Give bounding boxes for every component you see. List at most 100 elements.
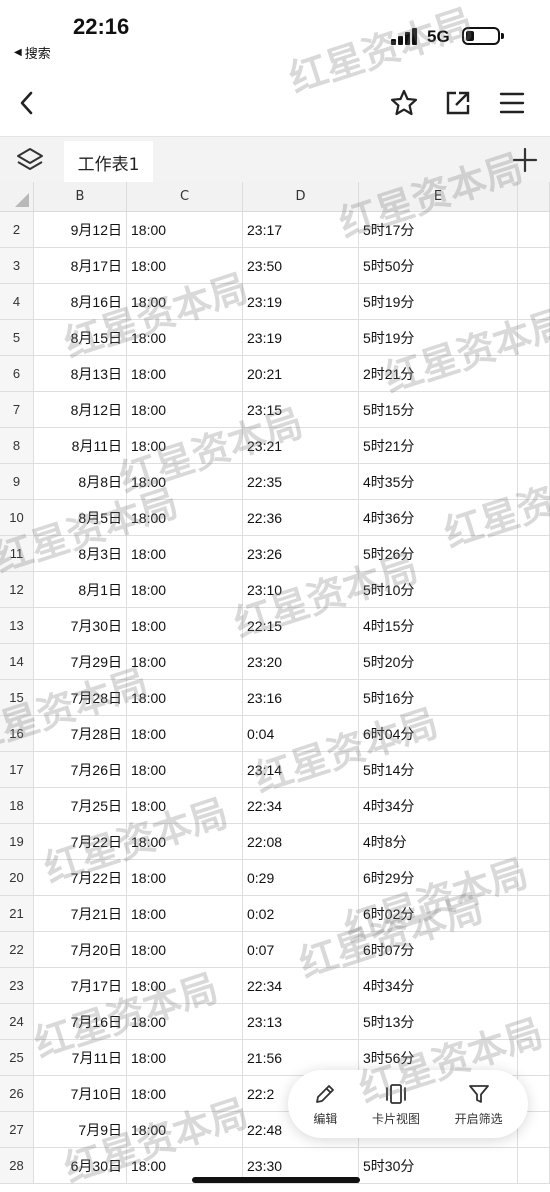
- cell-b-date[interactable]: 8月13日: [34, 356, 127, 391]
- row-number[interactable]: 18: [0, 788, 34, 823]
- cell-c-start-time[interactable]: 18:00: [127, 716, 243, 751]
- cell-b-date[interactable]: 7月29日: [34, 644, 127, 679]
- home-indicator[interactable]: [192, 1177, 360, 1183]
- cell-d-end-time[interactable]: 23:14: [243, 752, 359, 787]
- cell-b-date[interactable]: 9月12日: [34, 212, 127, 247]
- cell-b-date[interactable]: 7月17日: [34, 968, 127, 1003]
- row-number[interactable]: 11: [0, 536, 34, 571]
- row-number[interactable]: 4: [0, 284, 34, 319]
- cell-e-duration[interactable]: 5时21分: [359, 428, 518, 463]
- cell-c-start-time[interactable]: 18:00: [127, 608, 243, 643]
- cell-b-date[interactable]: 8月12日: [34, 392, 127, 427]
- sheet-tab-1[interactable]: 工作表1: [64, 141, 153, 183]
- cell-f[interactable]: [518, 716, 550, 751]
- row-number[interactable]: 15: [0, 680, 34, 715]
- cell-e-duration[interactable]: 6时04分: [359, 716, 518, 751]
- card-view-button[interactable]: 卡片视图: [372, 1082, 420, 1127]
- cell-d-end-time[interactable]: 22:35: [243, 464, 359, 499]
- select-all-corner[interactable]: [0, 182, 34, 211]
- cell-d-end-time[interactable]: 23:19: [243, 320, 359, 355]
- cell-e-duration[interactable]: 5时26分: [359, 536, 518, 571]
- column-header-c[interactable]: C: [127, 182, 243, 211]
- cell-c-start-time[interactable]: 18:00: [127, 788, 243, 823]
- cell-e-duration[interactable]: 5时10分: [359, 572, 518, 607]
- row-number[interactable]: 22: [0, 932, 34, 967]
- spreadsheet-grid[interactable]: B C D E 2 9月12日 18:00 23:17 5时17分 3 8月17日 18:00…: [0, 182, 550, 1184]
- cell-f[interactable]: [518, 788, 550, 823]
- cell-f[interactable]: [518, 428, 550, 463]
- cell-e-duration[interactable]: 4时34分: [359, 788, 518, 823]
- cell-d-end-time[interactable]: 23:17: [243, 212, 359, 247]
- cell-b-date[interactable]: 8月1日: [34, 572, 127, 607]
- cell-c-start-time[interactable]: 18:00: [127, 464, 243, 499]
- cell-d-end-time[interactable]: 22:08: [243, 824, 359, 859]
- cell-e-duration[interactable]: 4时35分: [359, 464, 518, 499]
- cell-c-start-time[interactable]: 18:00: [127, 752, 243, 787]
- cell-f[interactable]: [518, 212, 550, 247]
- cell-c-start-time[interactable]: 18:00: [127, 1004, 243, 1039]
- cell-e-duration[interactable]: 4时8分: [359, 824, 518, 859]
- row-number[interactable]: 7: [0, 392, 34, 427]
- cell-c-start-time[interactable]: 18:00: [127, 1040, 243, 1075]
- row-number[interactable]: 21: [0, 896, 34, 931]
- cell-b-date[interactable]: 7月30日: [34, 608, 127, 643]
- cell-f[interactable]: [518, 1004, 550, 1039]
- column-header-b[interactable]: B: [34, 182, 127, 211]
- row-number[interactable]: 12: [0, 572, 34, 607]
- cell-c-start-time[interactable]: 18:00: [127, 212, 243, 247]
- cell-d-end-time[interactable]: 23:15: [243, 392, 359, 427]
- cell-f[interactable]: [518, 968, 550, 1003]
- cell-e-duration[interactable]: 5时19分: [359, 284, 518, 319]
- cell-f[interactable]: [518, 752, 550, 787]
- row-number[interactable]: 16: [0, 716, 34, 751]
- cell-e-duration[interactable]: 5时15分: [359, 392, 518, 427]
- cell-d-end-time[interactable]: 22:36: [243, 500, 359, 535]
- row-number[interactable]: 6: [0, 356, 34, 391]
- row-number[interactable]: 10: [0, 500, 34, 535]
- cell-e-duration[interactable]: 5时20分: [359, 644, 518, 679]
- cell-c-start-time[interactable]: 18:00: [127, 896, 243, 931]
- hamburger-menu-icon[interactable]: [495, 86, 529, 120]
- cell-b-date[interactable]: 7月25日: [34, 788, 127, 823]
- cell-d-end-time[interactable]: 23:16: [243, 680, 359, 715]
- row-number[interactable]: 19: [0, 824, 34, 859]
- row-number[interactable]: 3: [0, 248, 34, 283]
- cell-b-date[interactable]: 8月8日: [34, 464, 127, 499]
- row-number[interactable]: 9: [0, 464, 34, 499]
- cell-c-start-time[interactable]: 18:00: [127, 824, 243, 859]
- row-number[interactable]: 14: [0, 644, 34, 679]
- cell-d-end-time[interactable]: 0:04: [243, 716, 359, 751]
- cell-f[interactable]: [518, 320, 550, 355]
- cell-c-start-time[interactable]: 18:00: [127, 1112, 243, 1147]
- cell-d-end-time[interactable]: 23:26: [243, 536, 359, 571]
- cell-d-end-time[interactable]: 23:20: [243, 644, 359, 679]
- cell-f[interactable]: [518, 536, 550, 571]
- cell-d-end-time[interactable]: 0:29: [243, 860, 359, 895]
- cell-d-end-time[interactable]: 0:07: [243, 932, 359, 967]
- cell-d-end-time[interactable]: 23:21: [243, 428, 359, 463]
- cell-d-end-time[interactable]: 22:34: [243, 788, 359, 823]
- cell-b-date[interactable]: 8月16日: [34, 284, 127, 319]
- cell-d-end-time[interactable]: 20:21: [243, 356, 359, 391]
- cell-e-duration[interactable]: 4时36分: [359, 500, 518, 535]
- cell-f[interactable]: [518, 932, 550, 967]
- cell-f[interactable]: [518, 608, 550, 643]
- cell-e-duration[interactable]: 5时50分: [359, 248, 518, 283]
- cell-c-start-time[interactable]: 18:00: [127, 968, 243, 1003]
- cell-b-date[interactable]: 7月28日: [34, 716, 127, 751]
- back-to-app-link[interactable]: ◀ 搜索: [14, 43, 51, 62]
- cell-f[interactable]: [518, 284, 550, 319]
- cell-c-start-time[interactable]: 18:00: [127, 860, 243, 895]
- row-number[interactable]: 28: [0, 1148, 34, 1183]
- cell-b-date[interactable]: 8月11日: [34, 428, 127, 463]
- cell-f[interactable]: [518, 356, 550, 391]
- cell-e-duration[interactable]: 4时15分: [359, 608, 518, 643]
- cell-f[interactable]: [518, 572, 550, 607]
- add-sheet-plus-icon[interactable]: [512, 147, 538, 173]
- cell-e-duration[interactable]: 5时17分: [359, 212, 518, 247]
- cell-c-start-time[interactable]: 18:00: [127, 428, 243, 463]
- row-number[interactable]: 23: [0, 968, 34, 1003]
- row-number[interactable]: 24: [0, 1004, 34, 1039]
- column-header-e[interactable]: E: [359, 182, 518, 211]
- cell-f[interactable]: [518, 248, 550, 283]
